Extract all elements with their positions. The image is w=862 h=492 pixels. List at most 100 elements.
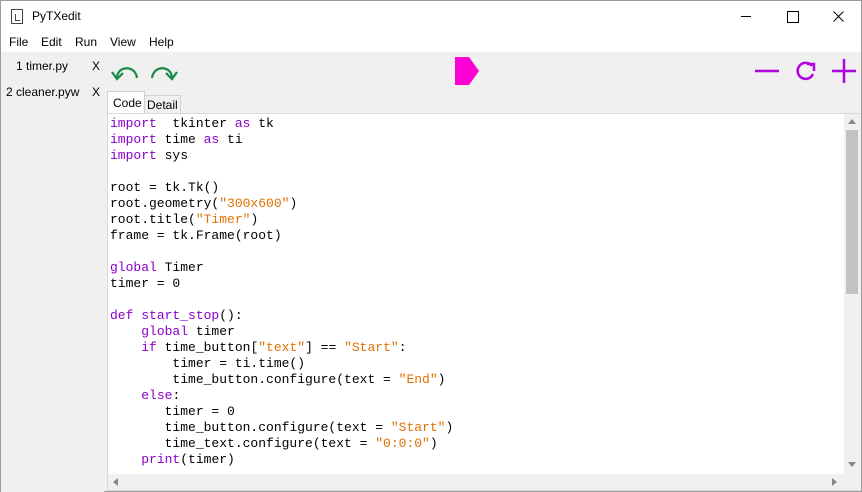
tab-code[interactable]: Code — [107, 91, 145, 113]
python-file-icon — [11, 9, 23, 24]
minus-icon[interactable] — [754, 59, 780, 83]
vertical-scroll-thumb[interactable] — [846, 130, 858, 294]
code-token: : — [398, 340, 407, 355]
file-tab-close-button[interactable]: X — [92, 85, 100, 99]
code-token: ) — [429, 436, 438, 451]
code-token: "0:0:0" — [375, 436, 430, 451]
code-token: import — [110, 132, 157, 147]
code-editor[interactable]: import tkinter as tk import time as ti imp… — [107, 113, 860, 491]
vertical-scrollbar[interactable] — [844, 114, 860, 474]
code-token: "Start" — [344, 340, 399, 355]
tab-detail[interactable]: Detail — [145, 95, 181, 113]
plus-icon[interactable] — [831, 59, 857, 83]
refresh-icon[interactable] — [793, 59, 819, 83]
code-line: root.geometry("300x600") — [110, 196, 840, 212]
file-tab-label: 2 cleaner.pyw — [6, 85, 80, 99]
minimize-button[interactable] — [723, 1, 769, 32]
code-line: print(timer) — [110, 452, 840, 468]
code-token: ) — [445, 420, 454, 435]
title-bar: PyTXedit — [1, 1, 861, 32]
code-token: global — [110, 260, 157, 275]
menu-file[interactable]: File — [9, 35, 28, 49]
code-token: time_text.configure(text = — [110, 436, 376, 451]
code-token: ti — [219, 132, 243, 147]
file-tabs: 1 timer.py X 2 cleaner.pyw X — [1, 52, 104, 492]
code-token: import — [110, 116, 157, 131]
code-token: time — [156, 132, 204, 147]
code-token: start_stop — [141, 308, 220, 323]
tab-code-label: Code — [113, 96, 142, 110]
menu-bar: File Edit Run View Help — [1, 32, 861, 52]
code-token: timer — [188, 324, 235, 339]
code-token: import — [110, 148, 157, 163]
code-token: print — [141, 452, 181, 467]
close-icon — [833, 11, 844, 22]
code-token: frame = tk.Frame(root) — [110, 228, 282, 243]
horizontal-scrollbar[interactable] — [108, 474, 844, 490]
code-line: root.title("Timer") — [110, 212, 840, 228]
code-token: if — [141, 340, 157, 355]
code-token: "Start" — [390, 420, 446, 435]
code-token: timer = 0 — [110, 404, 235, 419]
close-button[interactable] — [815, 1, 861, 32]
scroll-down-arrow-icon[interactable] — [848, 462, 856, 467]
code-token: sys — [156, 148, 189, 163]
menu-view[interactable]: View — [110, 35, 136, 49]
code-token: else — [141, 388, 173, 403]
code-token: ) — [437, 372, 446, 387]
code-line: time_button.configure(text = "Start") — [110, 420, 840, 436]
code-token: as — [203, 132, 220, 147]
code-line: global Timer — [110, 260, 840, 276]
menu-help[interactable]: Help — [149, 35, 174, 49]
scrollbar-corner — [844, 474, 860, 490]
code-token: timer = ti.time() — [110, 356, 306, 371]
code-line: global timer — [110, 324, 840, 340]
code-token: (timer) — [180, 452, 235, 467]
code-token: (): — [219, 308, 243, 323]
run-tag-icon[interactable] — [455, 57, 481, 85]
menu-edit[interactable]: Edit — [41, 35, 62, 49]
scroll-right-arrow-icon[interactable] — [832, 478, 837, 486]
code-line: import tkinter as tk — [110, 116, 840, 132]
code-token: ] == — [305, 340, 345, 355]
code-line: if time_button["text"] == "Start": — [110, 340, 840, 356]
code-line: import sys — [110, 148, 840, 164]
undo-arrow-icon[interactable] — [111, 58, 141, 84]
code-token: global — [141, 324, 189, 339]
file-tab-cleaner[interactable]: 2 cleaner.pyw X — [1, 80, 104, 104]
code-token: tk — [250, 116, 274, 131]
file-tab-label: 1 timer.py — [16, 59, 69, 73]
code-token: : — [172, 388, 181, 403]
code-token: tkinter — [156, 116, 235, 131]
scroll-up-arrow-icon[interactable] — [848, 119, 856, 124]
file-tab-close-button[interactable]: X — [92, 59, 100, 73]
code-token: root.geometry( — [110, 196, 220, 211]
code-token: "text" — [258, 340, 306, 355]
maximize-button[interactable] — [769, 1, 815, 32]
code-token: time_button[ — [156, 340, 259, 355]
code-token: "End" — [398, 372, 438, 387]
scroll-left-arrow-icon[interactable] — [113, 478, 118, 486]
menu-run[interactable]: Run — [75, 35, 97, 49]
code-text-area[interactable]: import tkinter as tk import time as ti imp… — [110, 116, 840, 474]
code-token: as — [234, 116, 251, 131]
redo-arrow-icon[interactable] — [148, 58, 178, 84]
code-line: timer = 0 — [110, 276, 840, 292]
file-tab-timer[interactable]: 1 timer.py X — [1, 54, 104, 78]
code-token: def — [110, 308, 134, 323]
code-line: frame = tk.Frame(root) — [110, 228, 840, 244]
code-line: timer = 0 — [110, 404, 840, 420]
window-title: PyTXedit — [32, 9, 81, 23]
code-token: timer = 0 — [110, 276, 181, 291]
code-token: root = tk.Tk() — [110, 180, 220, 195]
code-token: ) — [289, 196, 298, 211]
code-token: time_button.configure(text = — [110, 372, 399, 387]
code-token: "300x600" — [219, 196, 290, 211]
code-token: ) — [250, 212, 259, 227]
code-line: root = tk.Tk() — [110, 180, 840, 196]
code-line: time_button.configure(text = "End") — [110, 372, 840, 388]
